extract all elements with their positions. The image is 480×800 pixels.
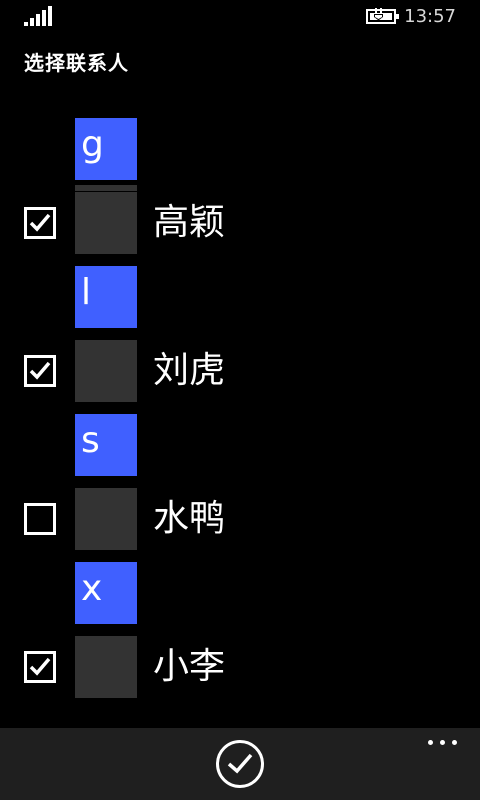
contact-name: 刘虎	[153, 350, 226, 391]
group-letter: s	[81, 420, 100, 461]
contact-item[interactable]: 水鸭	[0, 488, 480, 562]
group-header-g[interactable]: g	[0, 118, 480, 192]
group-letter: g	[81, 124, 104, 165]
tile-separator	[75, 185, 137, 191]
contact-avatar	[75, 340, 137, 402]
check-icon	[227, 753, 253, 774]
confirm-button[interactable]	[216, 740, 264, 788]
group-letter-tile[interactable]: g	[75, 118, 137, 180]
group-letter-tile[interactable]: x	[75, 562, 137, 624]
contact-item[interactable]: 小李	[0, 636, 480, 710]
checkmark-icon	[29, 657, 51, 676]
contact-name: 高颖	[153, 202, 226, 243]
checkmark-icon	[29, 213, 51, 232]
page-title: 选择联系人	[24, 51, 129, 75]
contact-avatar	[75, 192, 137, 254]
group-header-l[interactable]: l	[0, 266, 480, 340]
contact-name: 小李	[153, 646, 226, 687]
status-bar: 13:57	[0, 0, 480, 34]
contact-checkbox[interactable]	[24, 355, 56, 387]
contact-checkbox[interactable]	[24, 207, 56, 239]
group-letter-tile[interactable]: s	[75, 414, 137, 476]
contact-item[interactable]: 刘虎	[0, 340, 480, 414]
contact-list[interactable]: g 高颖 l 刘虎 s 水鸭 x 小李	[0, 118, 480, 710]
ellipsis-icon	[440, 740, 445, 745]
contact-item[interactable]: 高颖	[0, 185, 480, 266]
ellipsis-icon	[428, 740, 433, 745]
group-letter-tile[interactable]: l	[75, 266, 137, 328]
signal-bars-icon	[24, 6, 52, 26]
contact-avatar	[75, 636, 137, 698]
group-header-s[interactable]: s	[0, 414, 480, 488]
ellipsis-icon	[452, 740, 457, 745]
group-header-x[interactable]: x	[0, 562, 480, 636]
contact-checkbox[interactable]	[24, 651, 56, 683]
battery-charging-icon	[366, 8, 399, 24]
more-options-button[interactable]	[428, 738, 458, 748]
app-bar	[0, 728, 480, 800]
contact-checkbox[interactable]	[24, 503, 56, 535]
contact-name: 水鸭	[153, 498, 226, 539]
group-letter: x	[81, 568, 103, 609]
checkmark-icon	[29, 361, 51, 380]
group-letter: l	[81, 272, 92, 313]
contact-avatar	[75, 488, 137, 550]
status-time: 13:57	[404, 6, 456, 27]
